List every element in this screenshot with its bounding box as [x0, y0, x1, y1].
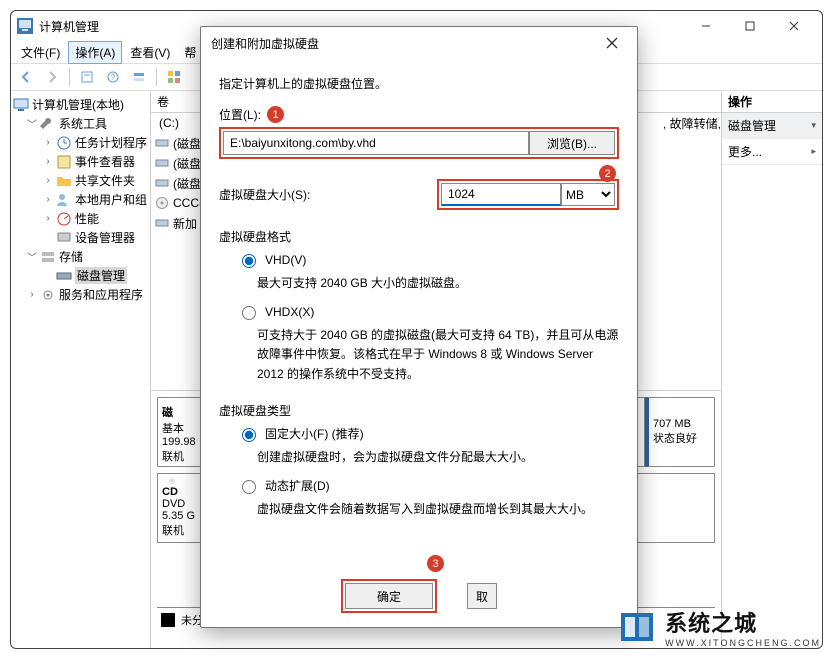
- eventlog-icon: [56, 154, 72, 170]
- size-highlight: MB: [437, 179, 619, 210]
- disk-icon: [56, 268, 72, 284]
- callout-1: 1: [267, 106, 284, 123]
- drive-icon: [155, 156, 169, 170]
- tree-diskmgmt[interactable]: 磁盘管理: [43, 266, 148, 285]
- cancel-button[interactable]: 取: [467, 583, 497, 609]
- chevron-right-icon: ▸: [811, 146, 816, 157]
- menu-help[interactable]: 帮: [178, 42, 202, 63]
- radio-dynamic[interactable]: 动态扩展(D): [237, 477, 619, 494]
- size-input[interactable]: [441, 183, 561, 206]
- svg-text:?: ?: [111, 73, 116, 82]
- folder-share-icon: [56, 173, 72, 189]
- menu-view[interactable]: 查看(V): [124, 42, 176, 63]
- chevron-up-icon: ▾: [811, 120, 816, 131]
- actions-diskmgmt[interactable]: 磁盘管理▾: [722, 113, 822, 139]
- tree-eventviewer[interactable]: ›事件查看器: [43, 152, 148, 171]
- ok-button[interactable]: 确定: [345, 583, 433, 609]
- nav-tree: 计算机管理(本地) ﹀系统工具 ›任务计划程序 ›事件查看器 ›共享文件夹 ›本…: [11, 91, 151, 648]
- watermark: 系统之城 WWW.XITONGCHENG.COM: [615, 605, 821, 649]
- storage-icon: [40, 249, 56, 265]
- format-group-header: 虚拟硬盘格式: [219, 228, 619, 245]
- fixed-desc: 创建虚拟硬盘时，会为虚拟硬盘文件分配最大大小。: [257, 448, 619, 467]
- vhdx-desc: 可支持大于 2040 GB 的虚拟磁盘(最大可支持 64 TB)，并且可从电源故…: [257, 326, 619, 384]
- toolbar-views-icon[interactable]: [163, 66, 185, 88]
- toolbar-back[interactable]: [15, 66, 37, 88]
- computer-icon: [13, 97, 29, 113]
- toolbar-properties-icon[interactable]: [76, 66, 98, 88]
- tree-tasksched[interactable]: ›任务计划程序: [43, 133, 148, 152]
- partition[interactable]: 707 MB 状态良好: [645, 397, 715, 467]
- dialog-titlebar: 创建和附加虚拟硬盘: [201, 27, 637, 59]
- size-label: 虚拟硬盘大小(S):: [219, 186, 310, 203]
- dialog-intro: 指定计算机上的虚拟硬盘位置。: [219, 75, 619, 92]
- gear-icon: [40, 287, 56, 303]
- tree-perf[interactable]: ›性能: [43, 209, 148, 228]
- cd-icon: [155, 196, 169, 210]
- radio-vhdx[interactable]: VHDX(X): [237, 303, 619, 320]
- callout-2: 2: [599, 165, 616, 182]
- actions-header: 操作: [722, 91, 822, 113]
- callout-3: 3: [427, 555, 444, 572]
- tree-root[interactable]: 计算机管理(本地): [13, 95, 148, 114]
- dialog-buttons: 3 确定 取: [201, 579, 637, 613]
- radio-vhd[interactable]: VHD(V): [237, 251, 619, 268]
- type-group-header: 虚拟硬盘类型: [219, 402, 619, 419]
- actions-pane: 操作 磁盘管理▾ 更多...▸: [722, 91, 822, 648]
- dynamic-desc: 虚拟硬盘文件会随着数据写入到虚拟硬盘而增长到其最大大小。: [257, 500, 619, 519]
- perf-icon: [56, 211, 72, 227]
- watermark-text: 系统之城: [665, 606, 821, 638]
- dvd-icon: [162, 478, 182, 484]
- location-highlight: 浏览(B)...: [219, 127, 619, 159]
- row-tail: , 故障转储, 基本: [663, 115, 721, 132]
- location-label: 位置(L):: [219, 106, 261, 123]
- watermark-url: WWW.XITONGCHENG.COM: [665, 638, 821, 648]
- ok-highlight: 确定: [341, 579, 437, 613]
- dialog-title: 创建和附加虚拟硬盘: [211, 35, 597, 52]
- vhd-desc: 最大可支持 2040 GB 大小的虚拟磁盘。: [257, 274, 619, 293]
- tree-localusers[interactable]: ›本地用户和组: [43, 190, 148, 209]
- size-unit-select[interactable]: MB: [561, 183, 615, 206]
- watermark-logo-icon: [615, 605, 659, 649]
- radio-fixed[interactable]: 固定大小(F) (推荐): [237, 425, 619, 442]
- tree-devmgr[interactable]: 设备管理器: [43, 228, 148, 247]
- drive-icon: [155, 136, 169, 150]
- tree-services[interactable]: ›服务和应用程序: [27, 285, 148, 304]
- tree-shared[interactable]: ›共享文件夹: [43, 171, 148, 190]
- clock-icon: [56, 135, 72, 151]
- browse-button[interactable]: 浏览(B)...: [529, 131, 615, 155]
- dialog-close-button[interactable]: [597, 29, 627, 57]
- toolbar-help-icon[interactable]: ?: [102, 66, 124, 88]
- create-vhd-dialog: 创建和附加虚拟硬盘 指定计算机上的虚拟硬盘位置。 位置(L): 1 浏览(B).…: [200, 26, 638, 628]
- window-title: 计算机管理: [39, 18, 99, 35]
- menu-file[interactable]: 文件(F): [15, 42, 66, 63]
- device-icon: [56, 230, 72, 246]
- tree-systools[interactable]: ﹀系统工具: [27, 114, 148, 133]
- legend-swatch: [161, 613, 175, 627]
- tree-storage[interactable]: ﹀存储: [27, 247, 148, 266]
- menu-action[interactable]: 操作(A): [68, 41, 122, 64]
- toolbar-view-icon[interactable]: [128, 66, 150, 88]
- maximize-button[interactable]: [728, 12, 772, 40]
- minimize-button[interactable]: [684, 12, 728, 40]
- drive-icon: [155, 216, 169, 230]
- users-icon: [56, 192, 72, 208]
- close-button[interactable]: [772, 12, 816, 40]
- drive-icon: [155, 176, 169, 190]
- toolbar-forward[interactable]: [41, 66, 63, 88]
- location-input[interactable]: [223, 131, 529, 155]
- actions-more[interactable]: 更多...▸: [722, 139, 822, 165]
- wrench-icon: [40, 116, 56, 132]
- app-icon: [17, 18, 33, 34]
